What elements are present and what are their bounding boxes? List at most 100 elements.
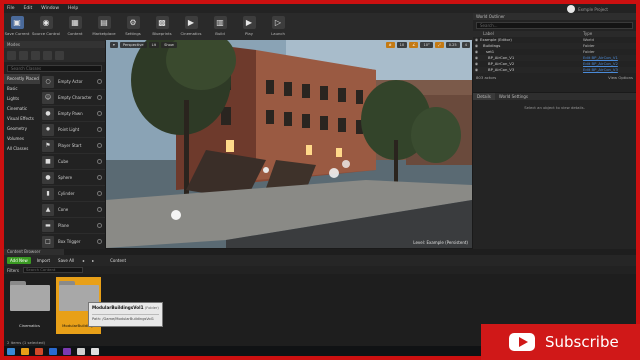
class-item-empty-pawn[interactable]: ● Empty Pawn	[42, 106, 105, 122]
class-search-input[interactable]: Search Classes	[7, 65, 102, 72]
tab-world-settings[interactable]: World Settings	[495, 93, 532, 100]
taskbar-app-icon[interactable]	[91, 347, 99, 355]
viewport-options-button[interactable]: ▾	[110, 41, 118, 48]
taskbar-app-icon[interactable]	[49, 347, 57, 355]
class-item-cylinder[interactable]: ▮ Cylinder	[42, 186, 105, 202]
class-thumbnail-icon: ●	[42, 171, 54, 184]
help-icon[interactable]	[97, 159, 102, 164]
lit-button[interactable]: Lit	[148, 41, 160, 48]
help-icon[interactable]	[97, 191, 102, 196]
category-geometry[interactable]: Geometry	[4, 124, 40, 134]
world-outliner-tab[interactable]: World Outliner	[473, 13, 636, 20]
toolbar-marketplace-button[interactable]: ▤ Marketplace	[91, 16, 117, 36]
tab-details[interactable]: Details	[473, 93, 495, 100]
perspective-button[interactable]: Perspective	[119, 41, 147, 48]
show-button[interactable]: Show	[161, 41, 177, 48]
menu-help[interactable]: Help	[68, 6, 78, 11]
view-options-button[interactable]: View Options	[608, 75, 633, 80]
category-basic[interactable]: Basic	[4, 84, 40, 94]
help-icon[interactable]	[97, 143, 102, 148]
taskbar-app-icon[interactable]	[63, 347, 71, 355]
taskbar-app-icon[interactable]	[7, 347, 15, 355]
category-lights[interactable]: Lights	[4, 94, 40, 104]
toolbar-button-label: Settings	[125, 31, 141, 36]
help-icon[interactable]	[97, 79, 102, 84]
edit-blueprint-link[interactable]: Edit BP_AirCon_V3	[583, 67, 618, 73]
grid-snap-button[interactable]: #	[385, 41, 395, 48]
class-item-empty-character[interactable]: ☺ Empty Character	[42, 90, 105, 106]
outliner-search-input[interactable]: Search...	[476, 22, 633, 29]
blueprints-icon: ▩	[155, 16, 169, 29]
class-item-empty-actor[interactable]: ○ Empty Actor	[42, 74, 105, 90]
level-viewport[interactable]: ▾ Perspective Lit Show # 10 ∠ 10° ⤢ 0.25…	[106, 40, 472, 248]
subscribe-label: Subscribe	[545, 333, 619, 351]
class-item-cube[interactable]: ■ Cube	[42, 154, 105, 170]
help-icon[interactable]	[97, 127, 102, 132]
toolbar-play-button[interactable]: ▶ Play	[236, 16, 262, 36]
toolbar-build-button[interactable]: ▥ Build	[207, 16, 233, 36]
rotation-snap-button[interactable]: ∠	[409, 41, 419, 48]
help-icon[interactable]	[97, 223, 102, 228]
category-cinematic[interactable]: Cinematic	[4, 104, 40, 114]
menu-edit[interactable]: Edit	[24, 6, 33, 11]
menu-file[interactable]: File	[7, 6, 15, 11]
grid-snap-value[interactable]: 10	[396, 41, 408, 48]
help-icon[interactable]	[97, 175, 102, 180]
add-new-button[interactable]: Add New	[7, 257, 31, 264]
toolbar-source-control-button[interactable]: ◉ Source Control	[32, 16, 60, 36]
geometry-mode-icon[interactable]	[55, 50, 64, 60]
category-visual-effects[interactable]: Visual Effects	[4, 114, 40, 124]
toolbar-button-label: Play	[245, 31, 253, 36]
place-mode-icon[interactable]	[7, 50, 16, 60]
filters-button[interactable]: Filters	[7, 268, 19, 273]
class-item-sphere[interactable]: ● Sphere	[42, 170, 105, 186]
landscape-mode-icon[interactable]	[31, 50, 40, 60]
modes-tab[interactable]: Modes	[4, 41, 105, 48]
main-toolbar: ▣ Save Current ◉ Source Control ▦ Content ▤ Mar…	[4, 13, 474, 41]
toolbar-save-button[interactable]: ▣ Save Current	[4, 16, 30, 36]
category-recently-placed[interactable]: Recently Placed	[4, 74, 40, 84]
class-item-cone[interactable]: ▲ Cone	[42, 202, 105, 218]
subscribe-banner[interactable]: Subscribe	[481, 324, 640, 360]
help-icon[interactable]	[97, 111, 102, 116]
toolbar-launch-button[interactable]: ▷ Launch	[265, 16, 291, 36]
menu-window[interactable]: Window	[41, 6, 59, 11]
rotation-snap-value[interactable]: 10°	[420, 41, 433, 48]
foliage-mode-icon[interactable]	[43, 50, 52, 60]
content-browser-toolbar: Add New Import Save All ◂ ▸ Content	[4, 255, 636, 266]
forward-arrow-icon[interactable]: ▸	[92, 258, 94, 263]
outliner-row[interactable]: ◉ BP_AirCon_V3 Edit BP_AirCon_V3	[473, 67, 636, 73]
class-item-player-start[interactable]: ⚑ Player Start	[42, 138, 105, 154]
taskbar-app-icon[interactable]	[21, 347, 29, 355]
taskbar-app-icon[interactable]	[35, 347, 43, 355]
category-all-classes[interactable]: All Classes	[4, 144, 40, 154]
class-item-box-trigger[interactable]: □ Box Trigger	[42, 234, 105, 250]
help-icon[interactable]	[97, 207, 102, 212]
class-thumbnail-icon: ▲	[42, 203, 54, 216]
toolbar-content-button[interactable]: ▦ Content	[62, 16, 88, 36]
class-item-point-light[interactable]: ✹ Point Light	[42, 122, 105, 138]
scale-snap-value[interactable]: 0.25	[445, 41, 460, 48]
scale-snap-button[interactable]: ⤢	[434, 41, 444, 48]
save-all-button[interactable]: Save All	[58, 258, 74, 263]
category-volumes[interactable]: Volumes	[4, 134, 40, 144]
content-path[interactable]: Content	[110, 258, 126, 263]
class-item-label: Empty Pawn	[58, 111, 83, 116]
toolbar-settings-button[interactable]: ⚙ Settings	[120, 16, 146, 36]
toolbar-blueprints-button[interactable]: ▩ Blueprints	[149, 16, 175, 36]
back-arrow-icon[interactable]: ◂	[82, 258, 84, 263]
class-item-plane[interactable]: ▬ Plane	[42, 218, 105, 234]
class-list: ○ Empty Actor ☺ Empty Character ● Empty Pawn ✹…	[42, 74, 105, 250]
import-button[interactable]: Import	[37, 258, 50, 263]
paint-mode-icon[interactable]	[19, 50, 28, 60]
camera-speed-button[interactable]: 4	[461, 41, 470, 48]
content-search-input[interactable]: Search Content	[23, 267, 83, 273]
outliner-item-label: BP_AirCon_V3	[488, 67, 515, 72]
help-icon[interactable]	[97, 239, 102, 244]
toolbar-cinematics-button[interactable]: ▶ Cinematics	[178, 16, 204, 36]
help-icon[interactable]	[97, 95, 102, 100]
folder-cinematics[interactable]: Cinematics	[7, 277, 52, 334]
taskbar-app-icon[interactable]	[77, 347, 85, 355]
source-control-icon: ◉	[39, 16, 53, 29]
visibility-eye-icon[interactable]: ◉	[473, 67, 480, 73]
